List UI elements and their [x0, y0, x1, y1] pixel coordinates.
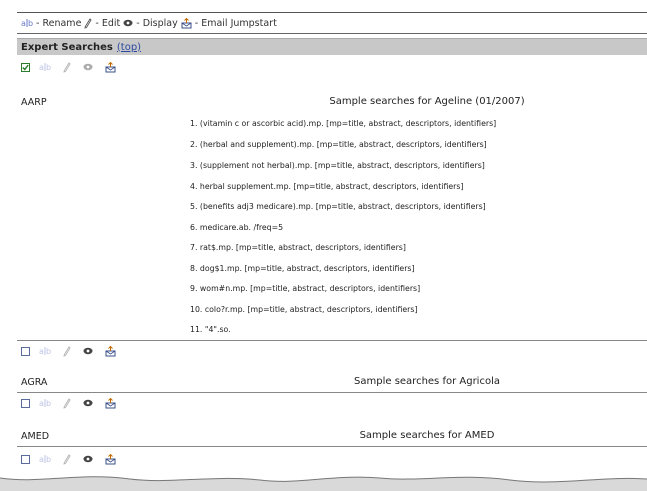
legend-display-label: - Display: [136, 17, 178, 29]
select-checkbox-aarp[interactable]: [21, 62, 30, 72]
section-header: Expert Searches (top): [17, 38, 647, 55]
svg-text:b: b: [46, 63, 51, 72]
row-divider: [17, 392, 647, 393]
query-line: 6. medicare.ab. /freq=5: [190, 223, 284, 232]
svg-text:a: a: [39, 63, 44, 72]
db-title-amed: Sample searches for AMED: [359, 430, 495, 441]
legend-email: - Email Jumpstart: [181, 17, 277, 29]
email-icon[interactable]: [105, 345, 116, 357]
select-checkbox-agra[interactable]: [21, 346, 30, 356]
legend-email-label: - Email Jumpstart: [194, 17, 277, 29]
db-title-aarp: Sample searches for Ageline (01/2007): [329, 96, 525, 107]
svg-text:a: a: [39, 347, 44, 356]
display-icon[interactable]: [83, 63, 93, 71]
email-icon[interactable]: [105, 397, 116, 409]
edit-icon[interactable]: [63, 61, 71, 73]
query-line: 7. rat$.mp. [mp=title, abstract, descrip…: [190, 243, 406, 252]
select-checkbox-next[interactable]: [21, 454, 30, 464]
row-actions-amed: ab: [17, 395, 128, 411]
row-actions-aarp: ab: [17, 59, 128, 75]
row-actions-agra: ab: [17, 343, 128, 359]
svg-text:b: b: [46, 399, 51, 408]
query-line: 11. "4".so.: [190, 325, 231, 334]
svg-text:a: a: [39, 455, 44, 464]
query-line: 4. herbal supplement.mp. [mp=title, abst…: [190, 182, 464, 191]
query-line: 5. (benefits adj3 medicare).mp. [mp=titl…: [190, 202, 486, 211]
legend-rename: ab - Rename: [21, 18, 81, 29]
display-icon: [123, 19, 133, 27]
rename-icon[interactable]: ab: [39, 346, 51, 356]
torn-edge-decoration: [0, 476, 647, 491]
row-actions-next: ab: [17, 451, 128, 467]
email-icon: [181, 17, 192, 29]
select-checkbox-amed[interactable]: [21, 398, 30, 408]
rename-icon[interactable]: ab: [39, 454, 51, 464]
email-icon[interactable]: [105, 61, 116, 73]
svg-text:b: b: [46, 455, 51, 464]
display-icon[interactable]: [83, 399, 93, 407]
section-title: Expert Searches: [21, 41, 113, 53]
row-divider: [17, 340, 647, 341]
query-line: 2. (herbal and supplement).mp. [mp=title…: [190, 140, 487, 149]
legend-rename-label: - Rename: [36, 17, 82, 29]
db-title-agra: Sample searches for Agricola: [354, 376, 500, 387]
query-line: 3. (supplement not herbal).mp. [mp=title…: [190, 161, 485, 170]
query-line: 10. colo?r.mp. [mp=title, abstract, desc…: [190, 305, 418, 314]
rename-icon: ab: [21, 18, 33, 28]
edit-icon: [84, 17, 92, 29]
query-line: 1. (vitamin c or ascorbic acid).mp. [mp=…: [190, 119, 497, 128]
svg-text:a: a: [21, 19, 26, 28]
row-divider: [17, 446, 647, 447]
legend-edit: - Edit: [84, 18, 120, 29]
db-code-aarp: AARP: [21, 97, 47, 108]
edit-icon[interactable]: [63, 345, 71, 357]
svg-text:a: a: [39, 399, 44, 408]
legend-display: - Display: [123, 17, 178, 29]
display-icon[interactable]: [83, 455, 93, 463]
page: ab - Rename - Edit - Display - Email Jum…: [17, 0, 647, 491]
db-code-agra: AGRA: [21, 377, 48, 388]
top-link[interactable]: (top): [117, 42, 141, 53]
svg-text:b: b: [28, 19, 33, 28]
rename-icon[interactable]: ab: [39, 62, 51, 72]
db-code-amed: AMED: [21, 431, 50, 442]
display-icon[interactable]: [83, 347, 93, 355]
edit-icon[interactable]: [63, 397, 71, 409]
svg-text:b: b: [46, 347, 51, 356]
legend-edit-label: - Edit: [95, 17, 121, 29]
query-line: 8. dog$1.mp. [mp=title, abstract, descri…: [190, 264, 415, 273]
icon-legend: ab - Rename - Edit - Display - Email Jum…: [17, 12, 647, 34]
rename-icon[interactable]: ab: [39, 398, 51, 408]
email-icon[interactable]: [105, 453, 116, 465]
query-line: 9. wom#n.mp. [mp=title, abstract, descri…: [190, 284, 421, 293]
edit-icon[interactable]: [63, 453, 71, 465]
